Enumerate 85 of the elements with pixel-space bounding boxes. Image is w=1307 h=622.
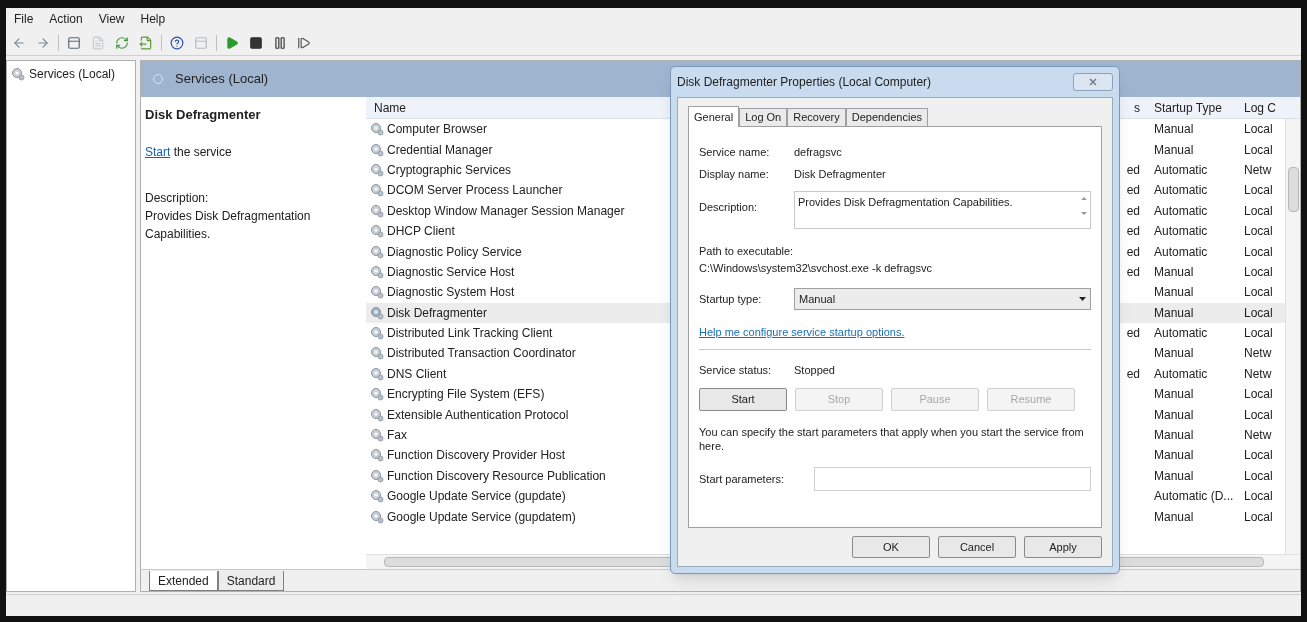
table-cell: Automatic [1154, 162, 1208, 177]
service-name: Credential Manager [387, 141, 493, 159]
table-cell: Automatic [1154, 224, 1208, 239]
table-cell: Automatic [1154, 326, 1208, 341]
table-cell: ed [1126, 224, 1140, 239]
table-cell: Local [1244, 244, 1273, 259]
table-cell: Local [1244, 448, 1273, 463]
service-name: Function Discovery Provider Host [387, 447, 566, 465]
field-label: Start parameters: [699, 471, 785, 487]
table-cell: ed [1126, 183, 1140, 198]
table-cell: Manual [1154, 142, 1194, 157]
table-cell: Manual [1154, 407, 1194, 422]
description-label: Description: [145, 189, 210, 207]
table-cell: Automatic [1154, 244, 1208, 259]
table-cell: Automatic (D... [1154, 489, 1234, 504]
table-cell: Manual [1154, 305, 1194, 320]
description-text: Provides Disk Defragmentation Capabilities. [145, 207, 312, 243]
table-cell: Local [1244, 387, 1273, 402]
service-name: DNS Client [387, 365, 447, 383]
table-cell: Local [1244, 224, 1273, 239]
field-value: Disk Defragmenter [794, 166, 886, 182]
service-name: Diagnostic Service Host [387, 263, 515, 281]
table-cell: Automatic [1154, 203, 1208, 218]
service-name: DHCP Client [387, 223, 455, 241]
service-name: Disk Defragmenter [387, 304, 488, 322]
table-cell: Manual [1154, 387, 1194, 402]
service-name: Desktop Window Manager Session Manager [387, 202, 625, 220]
field-label: Description: [699, 200, 759, 215]
service-name: Encrypting File System (EFS) [387, 386, 545, 404]
table-cell: ed [1126, 244, 1140, 259]
service-name: DCOM Server Process Launcher [387, 182, 563, 200]
table-cell: Netw [1244, 428, 1272, 443]
service-name: Google Update Service (gupdatem) [387, 508, 576, 526]
service-name: Cryptographic Services [387, 161, 512, 179]
dialog-title: Disk Defragmenter Properties (Local Computer) [677, 74, 932, 91]
status-value: Stopped [794, 362, 835, 378]
table-cell: Automatic [1154, 183, 1208, 198]
table-cell: ed [1126, 366, 1140, 381]
hint-text: You can specify the start parameters that apply when you start the service from here. [699, 425, 1085, 453]
table-cell: Local [1244, 305, 1273, 320]
table-cell: Local [1244, 142, 1273, 157]
table-cell: Automatic [1154, 366, 1208, 381]
field-label: Path to executable: [699, 244, 795, 259]
table-cell: Manual [1154, 285, 1194, 300]
table-cell: Local [1244, 183, 1273, 198]
service-name: Distributed Link Tracking Client [387, 325, 553, 343]
table-cell: Manual [1154, 264, 1194, 279]
table-cell: Local [1244, 203, 1273, 218]
service-name: Distributed Transaction Coordinator [387, 345, 576, 363]
service-name: Diagnostic Policy Service [387, 243, 522, 261]
table-cell: Local [1244, 509, 1273, 524]
service-name: Diagnostic System Host [387, 284, 515, 302]
service-name: Fax [387, 427, 407, 445]
service-title: Disk Defragmenter [145, 106, 262, 124]
service-name: Extensible Authentication Protocol [387, 406, 569, 424]
table-cell: Local [1244, 489, 1273, 504]
field-value: defragsvc [794, 144, 842, 160]
table-cell: Netw [1244, 346, 1272, 361]
table-cell: Netw [1244, 366, 1272, 381]
table-cell: ed [1126, 326, 1140, 341]
table-cell: Manual [1154, 509, 1194, 524]
table-cell: Local [1244, 326, 1273, 341]
table-cell: ed [1126, 162, 1140, 177]
table-cell: Local [1244, 285, 1273, 300]
table-cell: ed [1126, 203, 1140, 218]
table-cell: Local [1244, 122, 1273, 137]
field-label: Display name: [699, 166, 770, 182]
table-cell: Local [1244, 468, 1273, 483]
table-cell: Manual [1154, 122, 1194, 137]
table-cell: Manual [1154, 448, 1194, 463]
field-label: Service name: [699, 144, 771, 160]
action-text: the service [172, 144, 232, 159]
table-cell: Local [1244, 407, 1273, 422]
table-cell: Local [1244, 264, 1273, 279]
table-cell: Manual [1154, 346, 1194, 361]
table-cell: Manual [1154, 428, 1194, 443]
service-name: Function Discovery Resource Publication [387, 467, 606, 485]
path-text: C:\Windows\system32\svchost.exe -k defragsvc [699, 260, 933, 276]
service-name: Computer Browser [387, 121, 488, 139]
table-cell: Manual [1154, 468, 1194, 483]
service-name: Google Update Service (gupdate) [387, 488, 566, 506]
field-label: Service status: [699, 362, 773, 378]
table-cell: ed [1126, 264, 1140, 279]
table-cell: Netw [1244, 162, 1272, 177]
field-label: Startup type: [699, 291, 763, 307]
